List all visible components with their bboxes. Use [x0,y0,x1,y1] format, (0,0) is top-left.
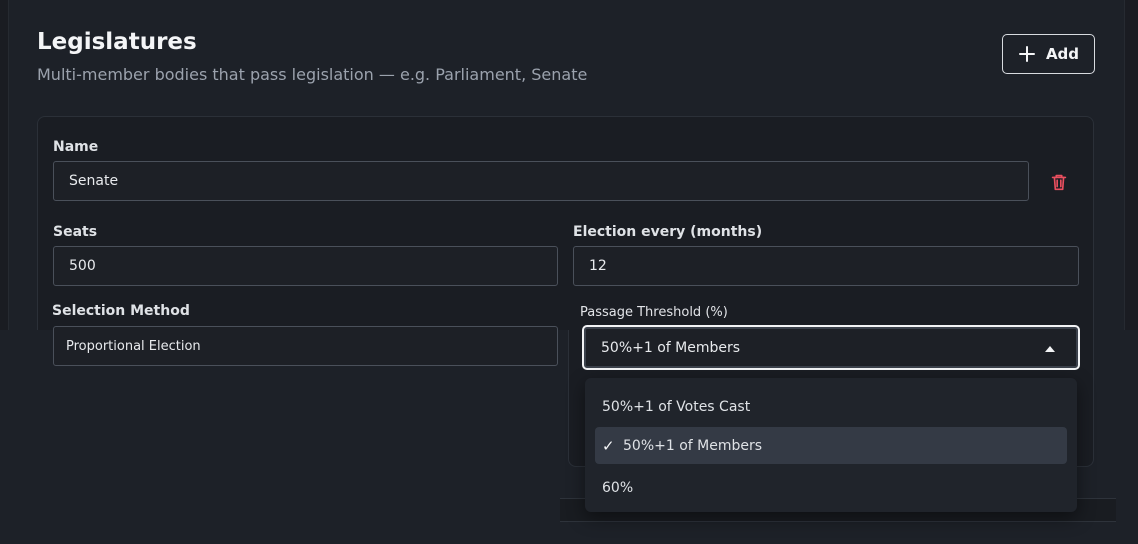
left-page-edge [0,0,9,330]
selection-method-label: Selection Method [52,303,190,319]
plus-icon [1018,45,1036,63]
caret-up-icon [1045,346,1055,352]
add-legislature-button[interactable]: Add [1002,34,1095,74]
threshold-option-members[interactable]: ✓ 50%+1 of Members [595,427,1067,464]
threshold-options-menu: 50%+1 of Votes Cast ✓ 50%+1 of Members 6… [585,378,1077,512]
check-icon: ✓ [602,436,615,455]
option-label: 50%+1 of Members [623,437,763,454]
selected-threshold-value: 50%+1 of Members [601,339,741,356]
threshold-option-votes-cast[interactable]: 50%+1 of Votes Cast [595,388,1067,425]
election-months-label: Election every (months) [573,224,763,240]
add-button-label: Add [1045,45,1080,63]
name-label: Name [53,139,99,155]
passage-threshold-label: Passage Threshold (%) [580,305,728,320]
legislatures-page: Legislatures Multi-member bodies that pa… [0,0,1138,544]
passage-threshold-select[interactable]: 50%+1 of Members [582,325,1080,370]
selection-method-field[interactable] [53,326,558,366]
section-description: Multi-member bodies that pass legislatio… [37,65,588,84]
option-label: 50%+1 of Votes Cast [602,398,751,415]
section-title: Legislatures [37,29,197,55]
election-months-input[interactable] [573,246,1079,286]
option-label: 60% [602,479,634,496]
right-scroll-edge[interactable] [1124,0,1138,330]
trash-icon[interactable] [1048,171,1070,193]
name-input[interactable] [53,161,1029,201]
threshold-option-60-percent[interactable]: 60% [595,469,1067,506]
seats-label: Seats [53,224,98,240]
seats-input[interactable] [53,246,558,286]
